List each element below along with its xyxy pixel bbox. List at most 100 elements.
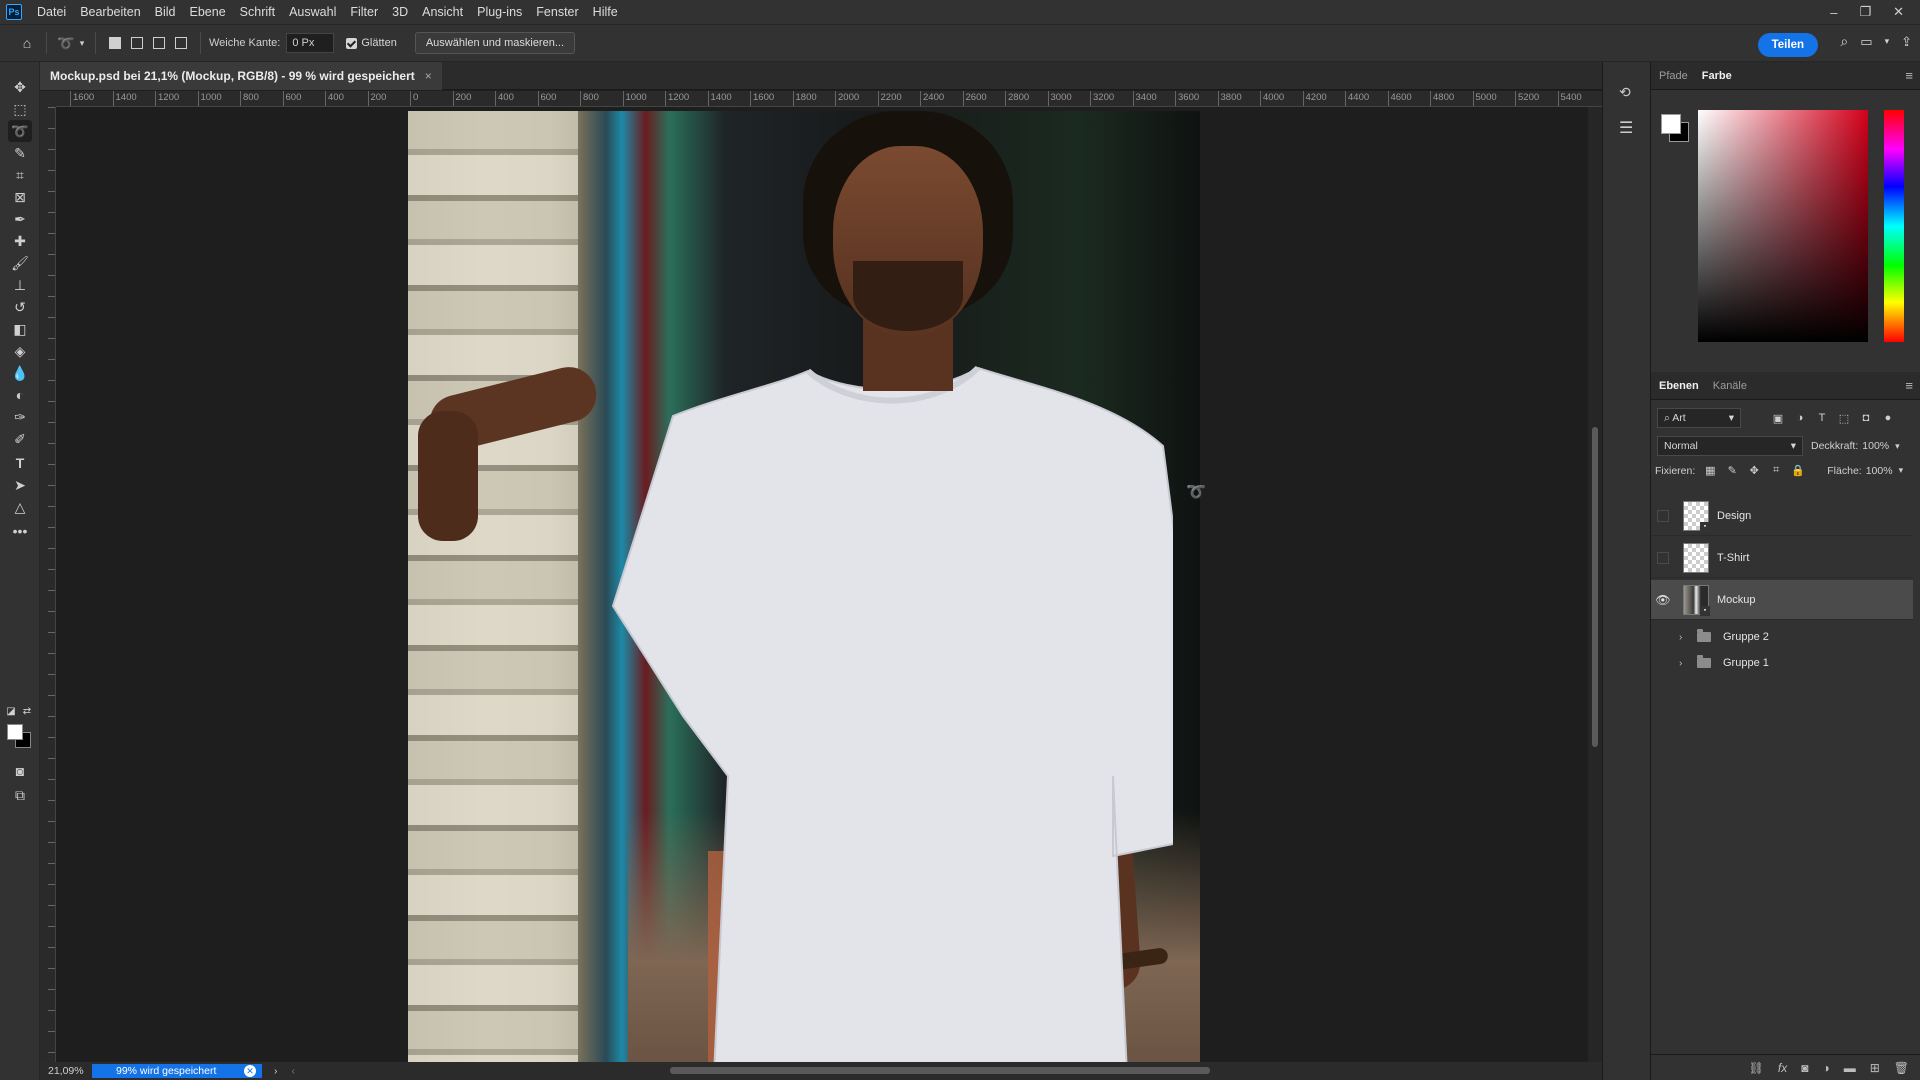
move-tool-icon[interactable]: ✥	[8, 76, 32, 98]
photoshop-logo-icon[interactable]: Ps	[6, 4, 22, 20]
history-panel-icon[interactable]: ⟲	[1619, 84, 1631, 101]
vertical-scrollbar-thumb[interactable]	[1592, 427, 1598, 747]
feather-input[interactable]: 0 Px	[286, 33, 335, 53]
filter-adjustment-icon[interactable]: ◑	[1789, 412, 1811, 424]
tab-paths[interactable]: Pfade	[1659, 66, 1688, 86]
filter-toggle-icon[interactable]: ●	[1877, 412, 1899, 424]
layer-row-tshirt[interactable]: T-Shirt	[1651, 538, 1913, 578]
select-and-mask-button[interactable]: Auswählen und maskieren...	[414, 32, 575, 54]
visibility-toggle[interactable]	[1657, 509, 1669, 522]
layer-filter-select[interactable]: ⌕ Art ▾	[1657, 408, 1741, 428]
foreground-color-swatch[interactable]	[7, 724, 23, 740]
libraries-panel-icon[interactable]: ☰	[1619, 118, 1633, 138]
menu-item-3d[interactable]: 3D	[385, 0, 415, 24]
home-icon[interactable]: ⌂	[16, 32, 38, 54]
layer-group-2[interactable]: › Gruppe 2	[1651, 624, 1913, 650]
saturation-value-field[interactable]	[1698, 110, 1868, 342]
chevron-down-icon[interactable]: ▾	[1899, 465, 1904, 476]
foreground-color-chip[interactable]	[1661, 114, 1681, 134]
menu-item-datei[interactable]: Datei	[30, 0, 73, 24]
chevron-down-icon[interactable]: ▾	[1885, 36, 1890, 47]
new-group-icon[interactable]: ▬	[1844, 1061, 1856, 1075]
panel-menu-icon[interactable]: ≡	[1905, 378, 1913, 393]
paint-bucket-tool-icon[interactable]: ◈	[8, 340, 32, 362]
filter-type-icon[interactable]: T	[1811, 412, 1833, 424]
document-tab[interactable]: Mockup.psd bei 21,1% (Mockup, RGB/8) - 9…	[40, 62, 442, 90]
history-brush-tool-icon[interactable]: ↺	[8, 296, 32, 318]
vertical-scrollbar[interactable]	[1588, 107, 1602, 1062]
menu-item-bearbeiten[interactable]: Bearbeiten	[73, 0, 147, 24]
link-layers-icon[interactable]: ⛓	[1749, 1061, 1764, 1075]
chevron-down-icon[interactable]: ▾	[1895, 441, 1900, 452]
search-icon[interactable]: ⌕	[1840, 33, 1848, 50]
swap-colors-icon[interactable]: ⇄	[20, 700, 34, 722]
horizontal-scrollbar-thumb[interactable]	[670, 1067, 1210, 1074]
lasso-tool-icon[interactable]: ➰	[8, 120, 32, 142]
type-tool-icon[interactable]: T	[8, 452, 32, 474]
opacity-value[interactable]: 100%	[1862, 440, 1889, 452]
export-share-icon[interactable]: ⇪	[1901, 34, 1912, 50]
clone-stamp-tool-icon[interactable]: ⊥	[8, 274, 32, 296]
menu-item-schrift[interactable]: Schrift	[233, 0, 282, 24]
hue-slider[interactable]	[1884, 110, 1904, 342]
fx-icon[interactable]: fx	[1778, 1061, 1787, 1075]
menu-item-fenster[interactable]: Fenster	[529, 0, 585, 24]
menu-item-filter[interactable]: Filter	[343, 0, 385, 24]
chevron-right-icon[interactable]: ›	[274, 1065, 278, 1077]
restore-icon[interactable]: ❐	[1859, 4, 1871, 20]
freeform-pen-tool-icon[interactable]: ✐	[8, 428, 32, 450]
menu-item-ansicht[interactable]: Ansicht	[415, 0, 470, 24]
layer-group-1[interactable]: › Gruppe 1	[1651, 650, 1913, 676]
layer-row-design[interactable]: ▪ Design	[1651, 496, 1913, 536]
filter-smart-object-icon[interactable]: ◘	[1855, 412, 1877, 424]
intersect-selection-icon[interactable]	[170, 32, 192, 54]
minimize-icon[interactable]: –	[1830, 5, 1837, 20]
dodge-tool-icon[interactable]: ◐	[8, 384, 32, 406]
horizontal-ruler[interactable]: 1600 1400 1200 1000 800 600 400 200 0 200 400 600 80…	[56, 91, 1602, 107]
share-button[interactable]: Teilen	[1757, 33, 1818, 57]
pen-tool-icon[interactable]: ✑	[8, 406, 32, 428]
blur-tool-icon[interactable]: 💧	[8, 362, 32, 384]
new-selection-icon[interactable]	[104, 32, 126, 54]
menu-item-auswahl[interactable]: Auswahl	[282, 0, 343, 24]
canvas-area[interactable]	[56, 107, 1588, 1062]
eyedropper-tool-icon[interactable]: ✒	[8, 208, 32, 230]
more-tools-icon[interactable]: •••	[8, 520, 32, 542]
close-window-icon[interactable]: ✕	[1893, 4, 1904, 20]
visibility-toggle[interactable]	[1657, 551, 1669, 564]
tab-channels[interactable]: Kanäle	[1713, 376, 1747, 396]
chevron-right-icon[interactable]: ›	[1679, 632, 1693, 643]
subtract-from-selection-icon[interactable]	[148, 32, 170, 54]
chevron-down-icon[interactable]: ▾	[77, 32, 87, 54]
shape-tool-icon[interactable]: △	[8, 496, 32, 518]
screen-mode-icon[interactable]: ⧉	[8, 784, 32, 806]
lock-transparency-icon[interactable]: ▦	[1699, 464, 1721, 477]
workspace-icon[interactable]: ▭	[1860, 34, 1872, 50]
lock-all-icon[interactable]: 🔒	[1787, 464, 1809, 477]
zoom-level[interactable]: 21,09%	[40, 1065, 92, 1077]
lock-artboard-icon[interactable]: ⌗	[1765, 464, 1787, 477]
checkbox-checked-icon[interactable]	[346, 37, 358, 49]
menu-item-bild[interactable]: Bild	[148, 0, 183, 24]
tab-color[interactable]: Farbe	[1702, 66, 1732, 86]
menu-item-plug-ins[interactable]: Plug-ins	[470, 0, 529, 24]
blend-mode-select[interactable]: Normal ▾	[1657, 436, 1803, 456]
quick-mask-icon[interactable]: ◙	[8, 760, 32, 782]
close-tab-icon[interactable]: ×	[425, 69, 432, 83]
adjustment-layer-icon[interactable]: ◑	[1822, 1061, 1829, 1075]
new-layer-icon[interactable]: ⊞	[1870, 1061, 1880, 1075]
add-mask-icon[interactable]: ◙	[1801, 1061, 1808, 1075]
lock-position-icon[interactable]: ✥	[1743, 464, 1765, 477]
marquee-tool-icon[interactable]: ⬚	[8, 98, 32, 120]
vertical-ruler[interactable]	[40, 107, 56, 1062]
add-to-selection-icon[interactable]	[126, 32, 148, 54]
path-selection-tool-icon[interactable]: ➤	[8, 474, 32, 496]
layer-row-mockup[interactable]: 👁 ▪ Mockup	[1651, 580, 1913, 620]
filter-pixel-icon[interactable]: ▣	[1767, 412, 1789, 425]
lasso-tool-preset-icon[interactable]: ➰	[55, 32, 77, 54]
delete-layer-icon[interactable]: 🗑	[1894, 1061, 1909, 1075]
menu-item-ebene[interactable]: Ebene	[183, 0, 233, 24]
brush-tool-icon[interactable]: 🖌	[8, 252, 32, 274]
healing-brush-tool-icon[interactable]: ✚	[8, 230, 32, 252]
frame-tool-icon[interactable]: ⊠	[8, 186, 32, 208]
